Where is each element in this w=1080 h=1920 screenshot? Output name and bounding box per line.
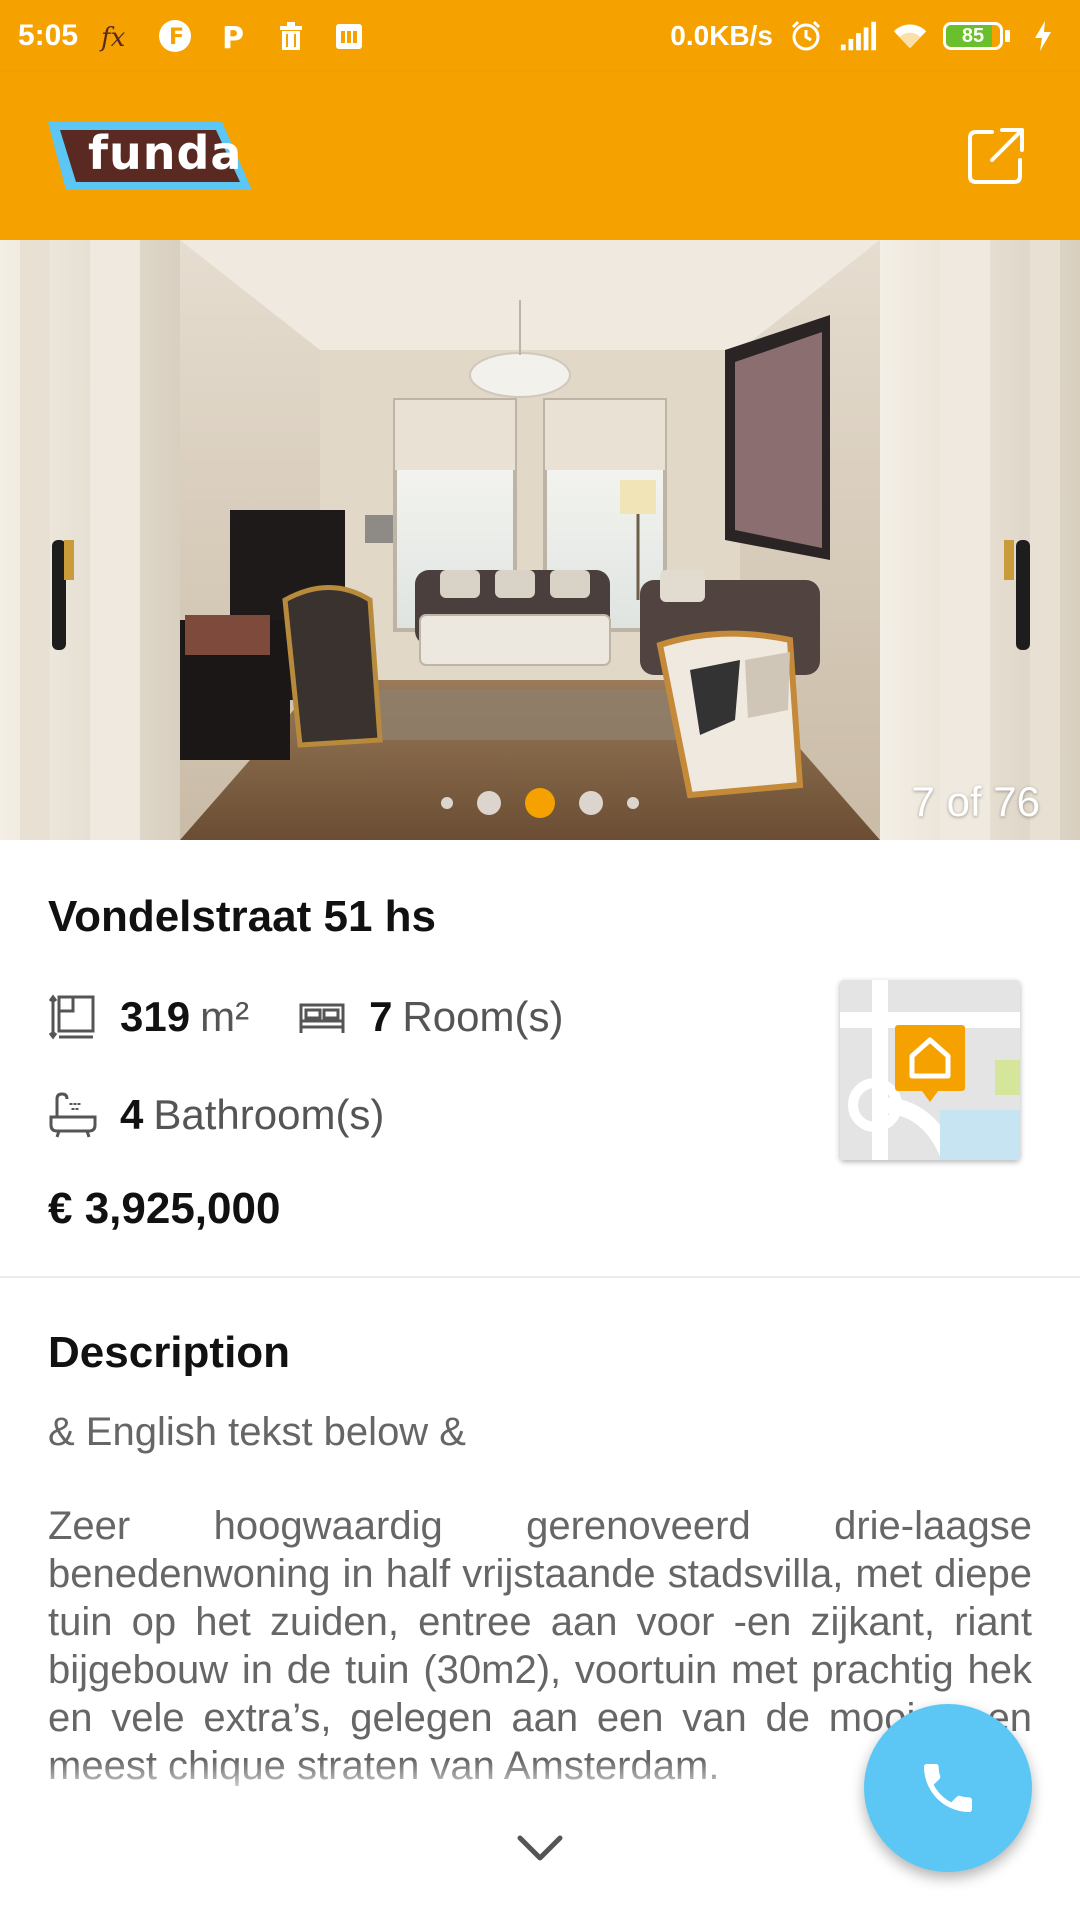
description-title: Description: [48, 1328, 291, 1377]
open-external-icon: [968, 128, 1024, 184]
rooms-label: Room(s): [402, 993, 564, 1040]
bed-icon: [297, 992, 347, 1042]
charging-icon: [1024, 17, 1062, 55]
network-speed: 0.0KB/s: [670, 20, 773, 51]
pagination-dot-active[interactable]: [525, 788, 555, 818]
features-row-1: 319 m² 7 Room(s): [48, 992, 563, 1042]
pagination-dot[interactable]: [627, 797, 639, 809]
photo-gallery[interactable]: 7 of 76: [0, 240, 1080, 840]
call-button[interactable]: [864, 1704, 1032, 1872]
wifi-icon: [891, 17, 929, 55]
chevron-down-icon: [517, 1835, 563, 1861]
svg-text:F: F: [169, 25, 184, 50]
status-time: 5:05: [18, 19, 79, 52]
bathrooms-label: Bathroom(s): [153, 1091, 385, 1138]
description-subtitle: & English tekst below &: [48, 1410, 466, 1454]
features-row-2: 4 Bathroom(s): [48, 1090, 384, 1140]
f-badge-icon: F: [156, 17, 194, 55]
bathtub-icon: [48, 1090, 98, 1140]
svg-text:P: P: [222, 21, 244, 54]
funda-logo[interactable]: funda: [46, 118, 256, 196]
battery-percent: 85: [961, 24, 985, 47]
calendar-icon: [330, 17, 368, 55]
listing-address: Vondelstraat 51 hs: [48, 892, 436, 941]
bathrooms-value: 4: [120, 1091, 144, 1138]
rooms-value: 7: [369, 993, 393, 1040]
home-pin-icon: [895, 1025, 965, 1102]
pagination-dot[interactable]: [579, 791, 603, 815]
trash-icon: [272, 17, 310, 55]
listing-details: Vondelstraat 51 hs 319 m² 7 Room(s) 4 Ba…: [0, 840, 1080, 1278]
alarm-icon: [787, 17, 825, 55]
p-badge-icon: P: [214, 17, 252, 55]
phone-icon: [924, 1764, 972, 1812]
map-thumbnail[interactable]: [840, 980, 1020, 1160]
app-bar: funda: [0, 72, 1080, 240]
open-external-button[interactable]: [962, 122, 1030, 190]
fx-icon: fx: [98, 17, 136, 55]
status-bar: 5:05 fx F P 0.0KB/s 85: [0, 0, 1080, 72]
listing-photo: [0, 240, 1080, 840]
floor-area-icon: [48, 992, 98, 1042]
listing-price: € 3,925,000: [48, 1184, 281, 1233]
svg-text:fx: fx: [99, 23, 126, 53]
pagination-dot[interactable]: [441, 797, 453, 809]
expand-description-button[interactable]: [510, 1828, 570, 1868]
photo-counter: 7 of 76: [911, 778, 1040, 825]
signal-icon: [839, 17, 877, 55]
pagination-dot[interactable]: [477, 791, 501, 815]
area-unit: m²: [200, 993, 250, 1040]
logo-text: funda: [88, 126, 243, 180]
battery-icon: 85: [943, 22, 1010, 50]
area-value: 319: [120, 993, 191, 1040]
